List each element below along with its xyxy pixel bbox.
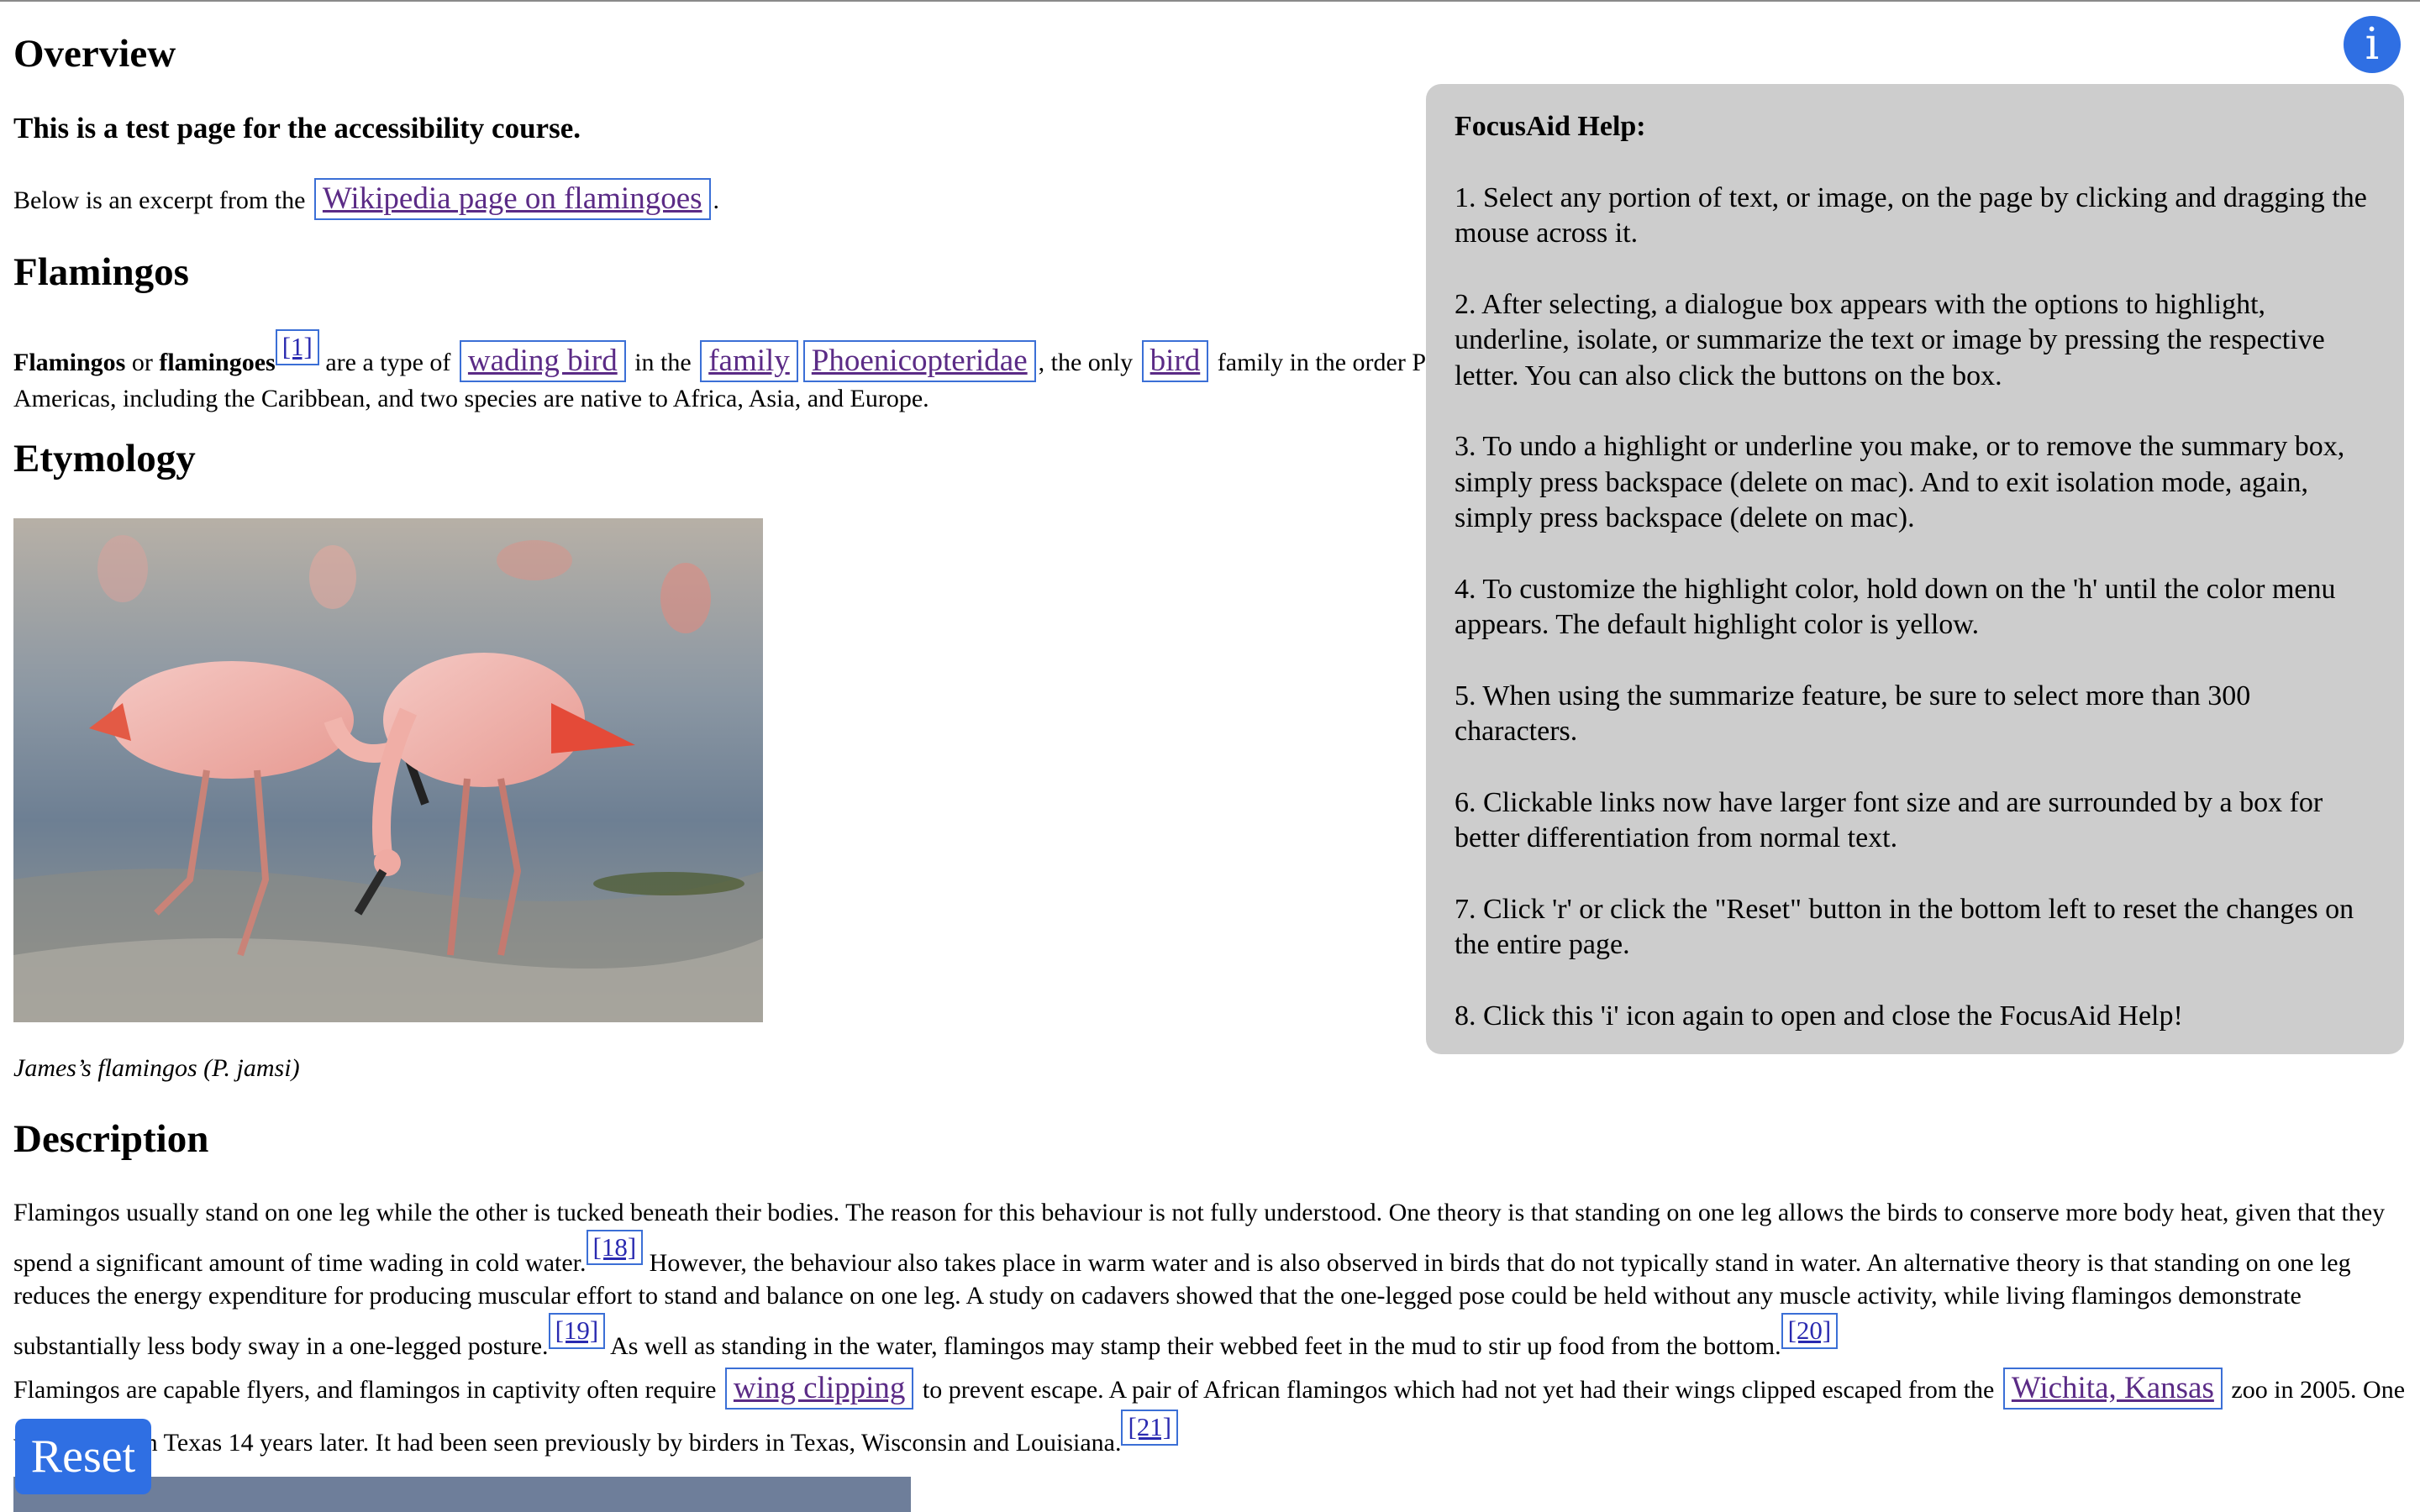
flamingos-heading: Flamingos: [13, 250, 189, 294]
citation-19[interactable]: [19]: [548, 1312, 606, 1349]
help-item-4: 4. To customize the highlight color, hol…: [1455, 573, 2336, 641]
etymology-heading: Etymology: [13, 437, 196, 480]
info-icon[interactable]: i: [2344, 16, 2401, 73]
wing-clipping-link[interactable]: wing clipping: [724, 1368, 914, 1410]
intro-end: .: [713, 186, 720, 214]
text-type-of: are a type of: [318, 349, 451, 376]
desc-sentence-3: As well as standing in the water, flamin…: [605, 1331, 1781, 1360]
text-in-the: in the: [634, 349, 692, 376]
flamingo-photo[interactable]: [13, 518, 763, 1022]
wading-bird-link[interactable]: wading bird: [459, 340, 626, 383]
family-link[interactable]: family: [700, 340, 798, 383]
text-the-only: , the only: [1038, 349, 1134, 376]
wichita-kansas-link[interactable]: Wichita, Kansas: [2002, 1368, 2223, 1410]
or-text: or: [125, 349, 160, 376]
overview-heading: Overview: [13, 32, 176, 76]
lead-text: This is a test page for the accessibilit…: [13, 112, 581, 144]
wikipedia-link[interactable]: Wikipedia page on flamingoes: [313, 178, 711, 221]
citation-1[interactable]: [1]: [275, 329, 319, 365]
photo-caption: James’s flamingos (P. jamsi): [13, 1054, 300, 1082]
text-americas: Americas, including the Caribbean, and t…: [13, 385, 929, 413]
citation-20[interactable]: [20]: [1781, 1312, 1839, 1349]
help-item-2: 2. After selecting, a dialogue box appea…: [1455, 288, 2325, 391]
help-title: FocusAid Help:: [1455, 111, 1646, 142]
bold-flamingos: Flamingos: [13, 349, 126, 376]
bird-link[interactable]: bird: [1141, 340, 1209, 383]
description-heading: Description: [13, 1117, 209, 1161]
help-item-3: 3. To undo a highlight or underline you …: [1455, 431, 2345, 533]
citation-18[interactable]: [18]: [586, 1229, 644, 1266]
description-paragraph-2: Flamingos are capable flyers, and flamin…: [13, 1368, 2408, 1460]
focusaid-help-panel: FocusAid Help: 1. Select any portion of …: [1426, 84, 2404, 1054]
help-item-8: 8. Click this 'i' icon again to open and…: [1455, 1000, 2183, 1032]
description-paragraph-1: Flamingos usually stand on one leg while…: [13, 1196, 2408, 1362]
intro-text: Below is an excerpt from the: [13, 186, 306, 214]
desc-p2-b: to prevent escape. A pair of African fla…: [922, 1376, 1995, 1404]
bold-flamingoes: flamingoes: [159, 349, 276, 376]
citation-21[interactable]: [21]: [1121, 1410, 1179, 1446]
help-item-6: 6. Clickable links now have larger font …: [1455, 786, 2323, 854]
help-item-5: 5. When using the summarize feature, be …: [1455, 680, 2251, 748]
reset-button[interactable]: Reset: [15, 1419, 151, 1494]
help-item-1: 1. Select any portion of text, or image,…: [1455, 181, 2367, 249]
desc-p2-a: Flamingos are capable flyers, and flamin…: [13, 1376, 717, 1404]
phoenicopteridae-link[interactable]: Phoenicopteridae: [802, 340, 1036, 383]
top-border: [0, 0, 2420, 2]
help-item-7: 7. Click 'r' or click the "Reset" button…: [1455, 893, 2354, 961]
